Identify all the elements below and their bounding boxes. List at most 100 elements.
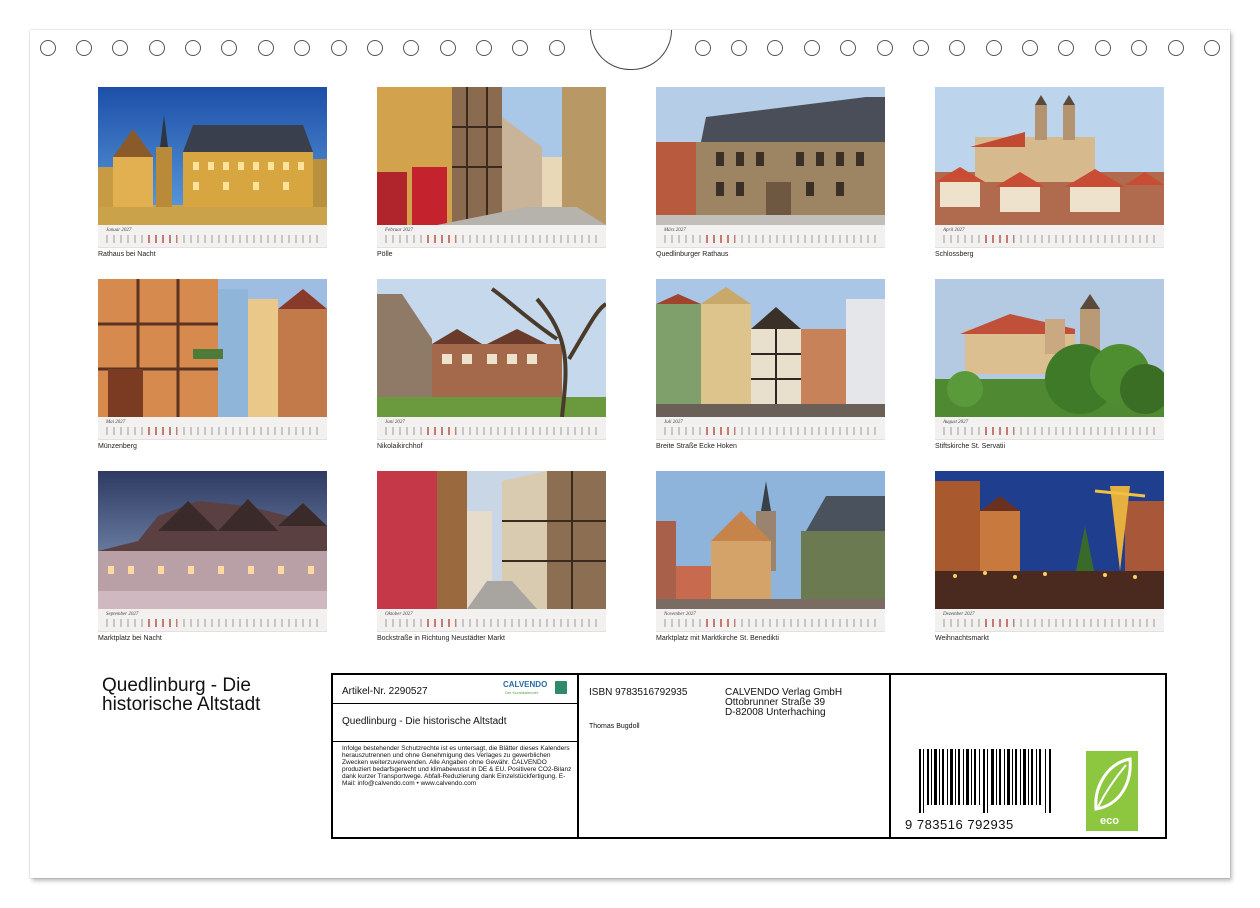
calendar-strip: Mai 2027 bbox=[98, 417, 327, 440]
month-label: Februar 2027 bbox=[385, 228, 413, 233]
photo-caption: Münzenberg bbox=[98, 443, 137, 450]
month-label: September 2027 bbox=[106, 612, 139, 617]
calendar-strip: April 2027 bbox=[935, 225, 1164, 248]
photo-market-church bbox=[656, 471, 885, 609]
photo-caption: Weihnachtsmarkt bbox=[935, 635, 989, 642]
month-tile-january: Januar 2027 Rathaus bei Nacht bbox=[98, 87, 327, 258]
product-title: Quedlinburg - Die historische Altstadt bbox=[342, 716, 507, 727]
ring bbox=[1095, 40, 1111, 56]
ring bbox=[549, 40, 565, 56]
calendar-strip: Juli 2027 bbox=[656, 417, 885, 440]
photo-caption: Schlossberg bbox=[935, 251, 974, 258]
month-label: November 2027 bbox=[664, 612, 696, 617]
eco-label: eco bbox=[1100, 815, 1119, 827]
ring bbox=[1131, 40, 1147, 56]
month-label: März 2027 bbox=[664, 228, 686, 233]
ring bbox=[695, 40, 711, 56]
ring bbox=[877, 40, 893, 56]
photo-stiftskirche bbox=[935, 279, 1164, 417]
month-tile-march: März 2027 Quedlinburger Rathaus bbox=[656, 87, 885, 258]
photo-quedlinburg-town-hall bbox=[656, 87, 885, 225]
photo-castle-hill bbox=[935, 87, 1164, 225]
calendar-strip: Februar 2027 bbox=[377, 225, 606, 248]
ring bbox=[1204, 40, 1220, 56]
ring bbox=[40, 40, 56, 56]
photo-caption: Bockstraße in Richtung Neustädter Markt bbox=[377, 635, 505, 642]
photo-poelle-street bbox=[377, 87, 606, 225]
photo-caption: Breite Straße Ecke Hoken bbox=[656, 443, 737, 450]
month-label: April 2027 bbox=[943, 228, 965, 233]
ring bbox=[112, 40, 128, 56]
month-label: August 2027 bbox=[943, 420, 969, 425]
month-tile-may: Mai 2027 Münzenberg bbox=[98, 279, 327, 450]
isbn: ISBN 9783516792935 bbox=[589, 687, 688, 698]
photo-caption: Marktplatz mit Marktkirche St. Benedikti bbox=[656, 635, 779, 642]
photo-caption: Stiftskirche St. Servatii bbox=[935, 443, 1006, 450]
photo-market-square-night bbox=[98, 471, 327, 609]
ring bbox=[840, 40, 856, 56]
month-label: Juni 2027 bbox=[385, 420, 405, 425]
ring bbox=[331, 40, 347, 56]
ring bbox=[913, 40, 929, 56]
calendar-strip: September 2027 bbox=[98, 609, 327, 632]
calendar-strip: August 2027 bbox=[935, 417, 1164, 440]
photo-caption: Quedlinburger Rathaus bbox=[656, 251, 729, 258]
photo-christmas-market bbox=[935, 471, 1164, 609]
photo-caption: Rathaus bei Nacht bbox=[98, 251, 156, 258]
ring bbox=[76, 40, 92, 56]
imprint-box: Artikel-Nr. 2290527 CALVENDO Der Kunstka… bbox=[331, 673, 1167, 839]
barcode-number: 9 783516 792935 bbox=[905, 817, 1014, 832]
calendar-title: Quedlinburg - Die historische Altstadt bbox=[102, 675, 261, 715]
eco-badge: eco bbox=[1085, 750, 1139, 832]
month-tile-december: Dezember 2027 Weihnachtsmarkt bbox=[935, 471, 1164, 642]
month-tile-june: Juni 2027 Nikolaikirchhof bbox=[377, 279, 606, 450]
month-label: Oktober 2027 bbox=[385, 612, 413, 617]
ring bbox=[767, 40, 783, 56]
month-label: Mai 2027 bbox=[106, 420, 126, 425]
ring bbox=[185, 40, 201, 56]
month-tile-november: November 2027 Marktplatz mit Marktkirche… bbox=[656, 471, 885, 642]
calvendo-logo: CALVENDO Der Kunstkalender bbox=[501, 679, 569, 699]
ring bbox=[804, 40, 820, 56]
calendar-strip: November 2027 bbox=[656, 609, 885, 632]
month-tile-july: Juli 2027 Breite Straße Ecke Hoken bbox=[656, 279, 885, 450]
ring bbox=[221, 40, 237, 56]
ring bbox=[440, 40, 456, 56]
ring bbox=[367, 40, 383, 56]
ring bbox=[294, 40, 310, 56]
ring bbox=[1168, 40, 1184, 56]
publisher-city: D-82008 Unterhaching bbox=[725, 707, 826, 718]
photo-caption: Marktplatz bei Nacht bbox=[98, 635, 162, 642]
month-tile-october: Oktober 2027 Bockstraße in Richtung Neus… bbox=[377, 471, 606, 642]
article-number: Artikel-Nr. 2290527 bbox=[342, 686, 428, 697]
month-tile-february: Februar 2027 Pölle bbox=[377, 87, 606, 258]
calendar-strip: Juni 2027 bbox=[377, 417, 606, 440]
legal-notice: Infolge bestehender Schutzrechte ist es … bbox=[342, 745, 572, 787]
photo-bockstrasse bbox=[377, 471, 606, 609]
month-label: Juli 2027 bbox=[664, 420, 683, 425]
photo-nikolaikirchhof bbox=[377, 279, 606, 417]
ring bbox=[1058, 40, 1074, 56]
photo-caption: Nikolaikirchhof bbox=[377, 443, 423, 450]
calendar-strip: März 2027 bbox=[656, 225, 885, 248]
ring bbox=[403, 40, 419, 56]
photo-caption: Pölle bbox=[377, 251, 393, 258]
month-tile-april: April 2027 Schlossberg bbox=[935, 87, 1164, 258]
photo-muenzenberg bbox=[98, 279, 327, 417]
calvendo-logo-icon bbox=[555, 681, 567, 694]
photo-breite-strasse bbox=[656, 279, 885, 417]
author: Thomas Bugdoll bbox=[589, 723, 640, 730]
calendar-strip: Oktober 2027 bbox=[377, 609, 606, 632]
barcode bbox=[919, 749, 1051, 813]
month-tile-september: September 2027 Marktplatz bei Nacht bbox=[98, 471, 327, 642]
calendar-strip: Dezember 2027 bbox=[935, 609, 1164, 632]
ring bbox=[149, 40, 165, 56]
ring bbox=[986, 40, 1002, 56]
month-label: Januar 2027 bbox=[106, 228, 132, 233]
month-label: Dezember 2027 bbox=[943, 612, 975, 617]
ring bbox=[731, 40, 747, 56]
ring bbox=[1022, 40, 1038, 56]
ring bbox=[476, 40, 492, 56]
month-tile-august: August 2027 Stiftskirche St. Servatii bbox=[935, 279, 1164, 450]
ring bbox=[949, 40, 965, 56]
